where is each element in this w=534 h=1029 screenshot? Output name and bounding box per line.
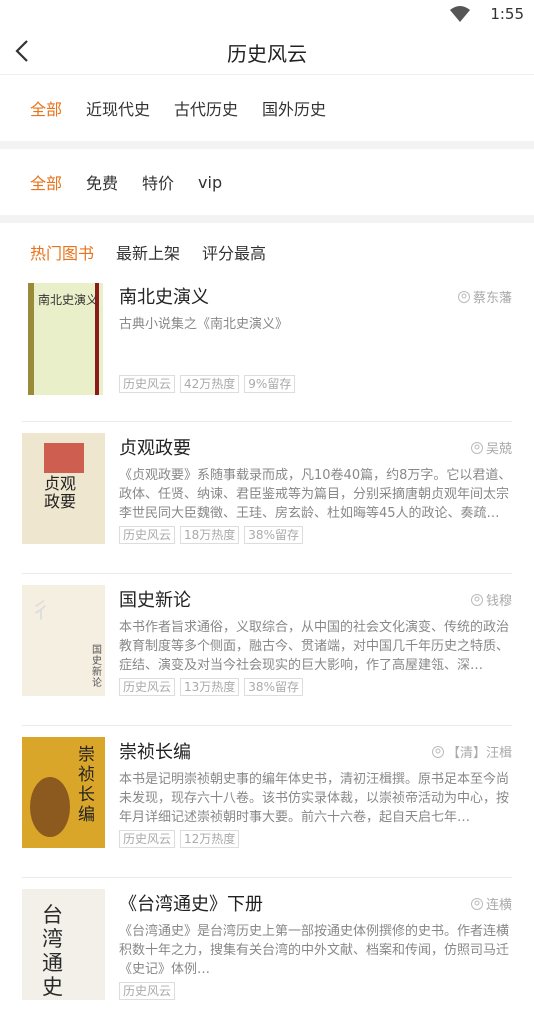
author-name: 蔡东藩	[472, 291, 512, 306]
book-tags: 历史风云 13万热度 38%留存	[119, 678, 308, 696]
category-modern[interactable]: 近现代史	[86, 96, 150, 120]
user-icon	[457, 290, 470, 303]
book-item[interactable]: 台湾通史 《台湾通史》下册 连横 《台湾通史》是台湾历史上第一部按通史体例撰修的…	[22, 878, 512, 1029]
tag-genre: 历史风云	[119, 678, 176, 696]
book-author: 【清】汪楫	[431, 742, 512, 761]
book-author: 钱穆	[470, 590, 512, 609]
tag-genre: 历史风云	[119, 375, 176, 393]
category-filter: 全部 近现代史 古代历史 国外历史	[0, 75, 534, 141]
book-item[interactable]: 贞观政要 贞观政要 吴兢 《贞观政要》系随事载录而成，凡10卷40篇，约8万字。…	[22, 422, 512, 574]
tag-heat: 42万热度	[180, 375, 240, 393]
tag-retention: 38%留存	[244, 526, 303, 544]
book-title: 《台湾通史》下册	[119, 894, 263, 915]
book-tags: 历史风云	[119, 982, 180, 1000]
header: 历史风云	[0, 28, 534, 75]
tag-heat: 18万热度	[180, 526, 240, 544]
tag-genre: 历史风云	[119, 830, 176, 848]
tag-heat: 12万热度	[180, 830, 240, 848]
book-cover: 南北史演义	[28, 283, 103, 395]
tag-retention: 38%留存	[244, 678, 303, 696]
author-name: 【清】汪楫	[446, 746, 512, 761]
page-title: 历史风云	[227, 42, 307, 66]
divider	[0, 141, 534, 149]
price-free[interactable]: 免费	[86, 170, 118, 194]
author-name: 钱穆	[485, 594, 512, 609]
book-author: 吴兢	[470, 438, 512, 457]
price-all[interactable]: 全部	[30, 170, 62, 194]
book-description: 本书是记明崇祯朝史事的编年体史书，清初汪楫撰。原书足本至今尚未发现，现存六十八卷…	[119, 772, 510, 825]
book-item[interactable]: 彳 国史新论 国史新论 钱穆 本书作者旨求通俗，义取综合，从中国的社会文化演变、…	[22, 574, 512, 726]
user-icon	[470, 593, 483, 606]
tag-heat: 13万热度	[180, 678, 240, 696]
book-item[interactable]: 崇祯长编 崇祯长编 【清】汪楫 本书是记明崇祯朝史事的编年体史书，清初汪楫撰。原…	[22, 726, 512, 878]
divider	[0, 215, 534, 223]
book-tags: 历史风云 18万热度 38%留存	[119, 526, 308, 544]
author-name: 连横	[485, 898, 512, 913]
book-cover: 贞观政要	[22, 433, 105, 544]
sort-tabs: 热门图书 最新上架 评分最高	[0, 223, 534, 281]
tag-genre: 历史风云	[119, 526, 176, 544]
author-name: 吴兢	[485, 442, 512, 457]
cover-title: 国史新论	[92, 645, 102, 689]
book-item[interactable]: 南北史演义 南北史演义 蔡东藩 古典小说集之《南北史演义》 历史风云 42万热度…	[22, 281, 512, 422]
cover-title: 台湾通史	[42, 903, 63, 999]
book-description: 《台湾通史》是台湾历史上第一部按通史体例撰修的史书。作者连横积数十年之力，搜集有…	[119, 924, 510, 977]
book-author: 连横	[470, 894, 512, 913]
tag-genre: 历史风云	[119, 982, 176, 1000]
cover-title: 南北史演义	[38, 293, 99, 307]
book-list: 南北史演义 南北史演义 蔡东藩 古典小说集之《南北史演义》 历史风云 42万热度…	[0, 281, 534, 1029]
book-title: 国史新论	[119, 590, 191, 611]
book-tags: 历史风云 42万热度 9%留存	[119, 375, 300, 393]
book-author: 蔡东藩	[457, 287, 512, 306]
book-title: 南北史演义	[119, 287, 209, 308]
wifi-icon	[450, 6, 470, 22]
price-filter: 全部 免费 特价 vip	[0, 149, 534, 215]
book-description: 古典小说集之《南北史演义》	[119, 317, 289, 332]
user-icon	[431, 745, 444, 758]
user-icon	[470, 441, 483, 454]
sort-hot[interactable]: 热门图书	[30, 240, 94, 264]
user-icon	[470, 897, 483, 910]
price-vip[interactable]: vip	[198, 173, 222, 192]
cover-title: 崇祯长编	[78, 745, 95, 825]
book-description: 《贞观政要》系随事载录而成，凡10卷40篇，约8万字。它以君道、政体、任贤、纳谏…	[119, 468, 512, 521]
book-cover: 彳 国史新论	[22, 585, 105, 696]
book-title: 贞观政要	[119, 438, 191, 459]
status-bar: 1:55	[0, 0, 534, 28]
book-cover: 崇祯长编	[22, 737, 105, 848]
book-tags: 历史风云 12万热度	[119, 830, 244, 848]
sort-top-rated[interactable]: 评分最高	[202, 240, 266, 264]
tag-retention: 9%留存	[244, 375, 296, 393]
status-time: 1:55	[490, 5, 524, 23]
sort-newest[interactable]: 最新上架	[116, 240, 180, 264]
category-all[interactable]: 全部	[30, 96, 62, 120]
category-foreign[interactable]: 国外历史	[262, 96, 326, 120]
book-title: 崇祯长编	[119, 742, 191, 763]
book-description: 本书作者旨求通俗，义取综合，从中国的社会文化演变、传统的政治教育制度等多个侧面，…	[119, 620, 510, 673]
book-cover: 台湾通史	[22, 889, 105, 1000]
cover-title: 贞观政要	[44, 474, 77, 511]
category-ancient[interactable]: 古代历史	[174, 96, 238, 120]
price-discount[interactable]: 特价	[142, 170, 174, 194]
